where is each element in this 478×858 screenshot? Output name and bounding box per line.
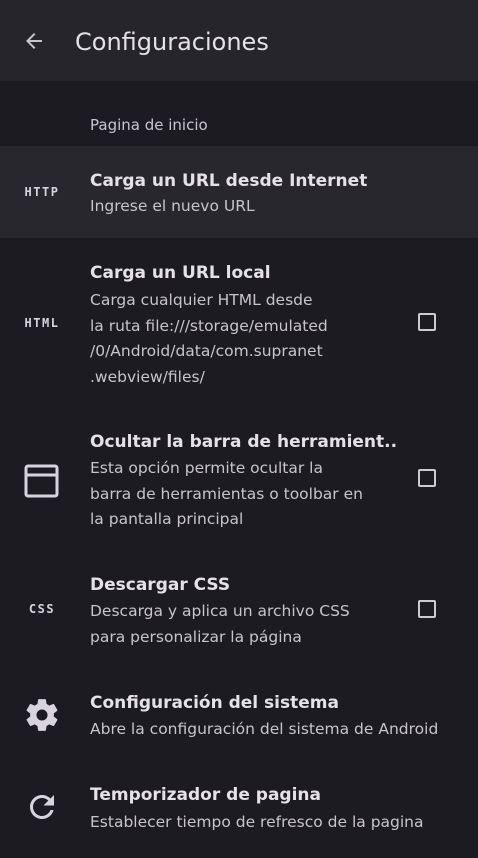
page-title: Configuraciones <box>75 28 269 56</box>
pref-local-url[interactable]: HTML Carga un URL local Carga cualquier … <box>0 238 478 408</box>
pref-remote-url[interactable]: HTTP Carga un URL desde Internet Ingrese… <box>0 146 478 238</box>
item-subtitle: Ingrese el nuevo URL <box>90 197 255 215</box>
pref-hide-toolbar[interactable]: Ocultar la barra de herramient.. Esta op… <box>0 408 478 553</box>
pref-download-css[interactable]: CSS Descargar CSS Descarga y aplica un a… <box>0 553 478 671</box>
item-title: Carga un URL local <box>90 263 271 283</box>
item-subtitle: Abre la configuración del sistema de And… <box>90 720 439 738</box>
local-url-checkbox[interactable] <box>418 313 436 331</box>
window-frame-icon <box>0 408 84 553</box>
item-subtitle: Esta opción permite ocultar la barra de … <box>90 459 363 528</box>
refresh-icon <box>0 763 84 851</box>
download-css-checkbox[interactable] <box>418 600 436 618</box>
css-icon: CSS <box>28 602 56 616</box>
item-subtitle: Establecer tiempo de refresco de la pagi… <box>90 813 424 831</box>
item-subtitle: Carga cualquier HTML desde la ruta file:… <box>90 291 328 386</box>
item-title: Descargar CSS <box>90 575 231 595</box>
section-header: Pagina de inicio <box>90 116 208 134</box>
item-title: Ocultar la barra de herramient.. <box>90 432 398 452</box>
hide-toolbar-checkbox[interactable] <box>418 469 436 487</box>
pref-system-settings[interactable]: Configuración del sistema Abre la config… <box>0 671 478 763</box>
arrow-back-icon <box>26 33 42 49</box>
back-button[interactable] <box>14 21 54 61</box>
item-title: Temporizador de pagina <box>90 785 321 805</box>
pref-page-timer[interactable]: Temporizador de pagina Establecer tiempo… <box>0 763 478 858</box>
html-icon: HTML <box>24 316 60 330</box>
gear-icon <box>0 671 84 759</box>
http-icon: HTTP <box>24 185 60 199</box>
item-subtitle: Descarga y aplica un archivo CSS para pe… <box>90 602 350 646</box>
item-title: Carga un URL desde Internet <box>90 171 368 191</box>
app-bar: Configuraciones <box>0 0 478 81</box>
item-title: Configuración del sistema <box>90 693 339 713</box>
